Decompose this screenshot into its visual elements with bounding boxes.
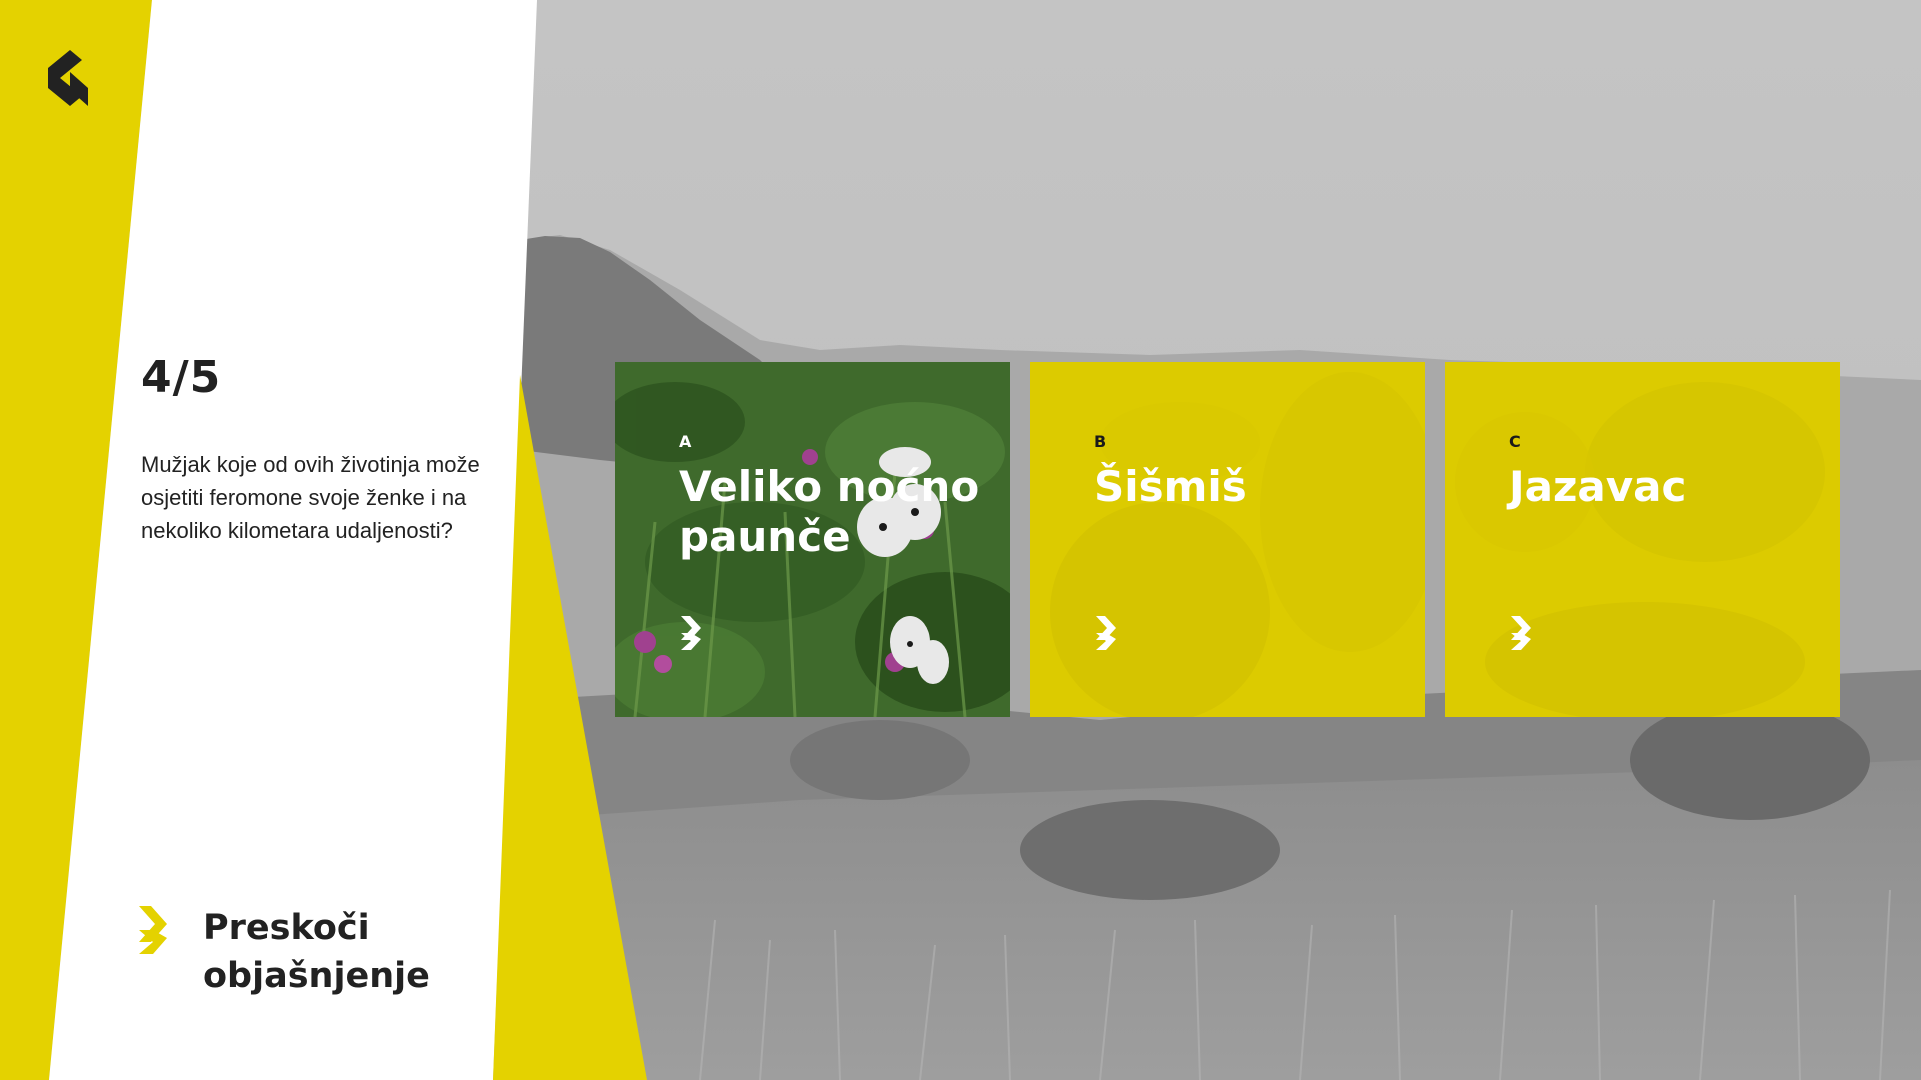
chevron-right-icon bbox=[1511, 616, 1537, 650]
answer-card-b[interactable]: B Šišmiš bbox=[1030, 362, 1425, 717]
answer-title: Jazavac bbox=[1509, 462, 1687, 511]
skip-explanation-label: Preskoči objašnjenje bbox=[203, 908, 430, 996]
answer-options: A Veliko noćno paunče B Šišmiš C Jazavac bbox=[615, 362, 1840, 717]
answer-card-a[interactable]: A Veliko noćno paunče bbox=[615, 362, 1010, 717]
bat-photo-overlay bbox=[1030, 362, 1425, 717]
quiz-progress: 4/5 bbox=[141, 352, 222, 403]
answer-title: Veliko noćno paunče bbox=[679, 462, 980, 561]
answer-letter: C bbox=[1509, 432, 1521, 451]
chevron-right-icon bbox=[1096, 616, 1122, 650]
chevron-right-icon bbox=[139, 906, 175, 954]
chevron-left-icon bbox=[48, 50, 88, 106]
answer-letter: A bbox=[679, 432, 692, 451]
answer-letter: B bbox=[1094, 432, 1107, 451]
back-button[interactable] bbox=[48, 50, 98, 106]
badger-photo-overlay bbox=[1445, 362, 1840, 717]
chevron-right-icon bbox=[681, 616, 707, 650]
answer-title: Šišmiš bbox=[1094, 462, 1247, 511]
answer-card-c[interactable]: C Jazavac bbox=[1445, 362, 1840, 717]
skip-explanation-button[interactable]: Preskoči objašnjenje bbox=[139, 904, 463, 1000]
question-text: Mužjak koje od ovih životinja može osjet… bbox=[141, 452, 480, 543]
quiz-screen: 4/5 Mužjak koje od ovih životinja može o… bbox=[0, 0, 1921, 1080]
